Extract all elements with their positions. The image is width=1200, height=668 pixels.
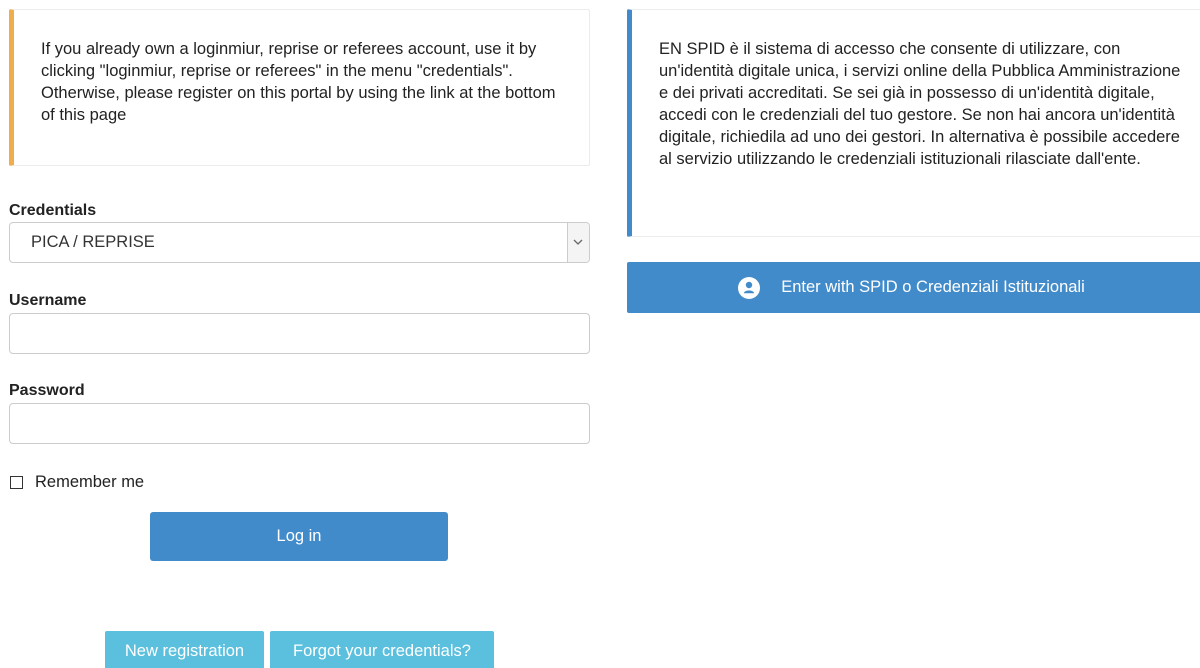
spid-info-text: EN SPID è il sistema di accesso che cons…	[659, 40, 1181, 168]
credentials-select[interactable]: PICA / REPRISE	[9, 222, 590, 263]
password-input[interactable]	[9, 403, 590, 444]
remember-me-label[interactable]: Remember me	[35, 473, 144, 492]
forgot-credentials-button[interactable]: Forgot your credentials?	[270, 631, 494, 668]
spid-column: EN SPID è il sistema di accesso che cons…	[627, 9, 1200, 313]
login-button[interactable]: Log in	[150, 512, 448, 561]
login-form-column: If you already own a loginmiur, reprise …	[9, 9, 590, 668]
spid-button-label: Enter with SPID o Credenziali Istituzion…	[781, 278, 1085, 296]
user-circle-icon	[738, 276, 761, 299]
username-label: Username	[9, 292, 87, 309]
login-page: If you already own a loginmiur, reprise …	[0, 0, 1200, 668]
credentials-label: Credentials	[9, 202, 97, 219]
password-label: Password	[9, 382, 85, 399]
account-info-text: If you already own a loginmiur, reprise …	[41, 40, 556, 124]
new-registration-button[interactable]: New registration	[105, 631, 264, 668]
remember-me-row: Remember me	[10, 472, 144, 492]
username-input[interactable]	[9, 313, 590, 354]
credentials-selected-value: PICA / REPRISE	[31, 233, 155, 251]
account-info-notice: If you already own a loginmiur, reprise …	[9, 9, 590, 166]
remember-me-checkbox[interactable]	[10, 475, 23, 489]
spid-info-notice: EN SPID è il sistema di accesso che cons…	[627, 9, 1200, 237]
spid-login-button[interactable]: Enter with SPID o Credenziali Istituzion…	[627, 262, 1200, 313]
chevron-down-icon[interactable]	[567, 223, 589, 262]
